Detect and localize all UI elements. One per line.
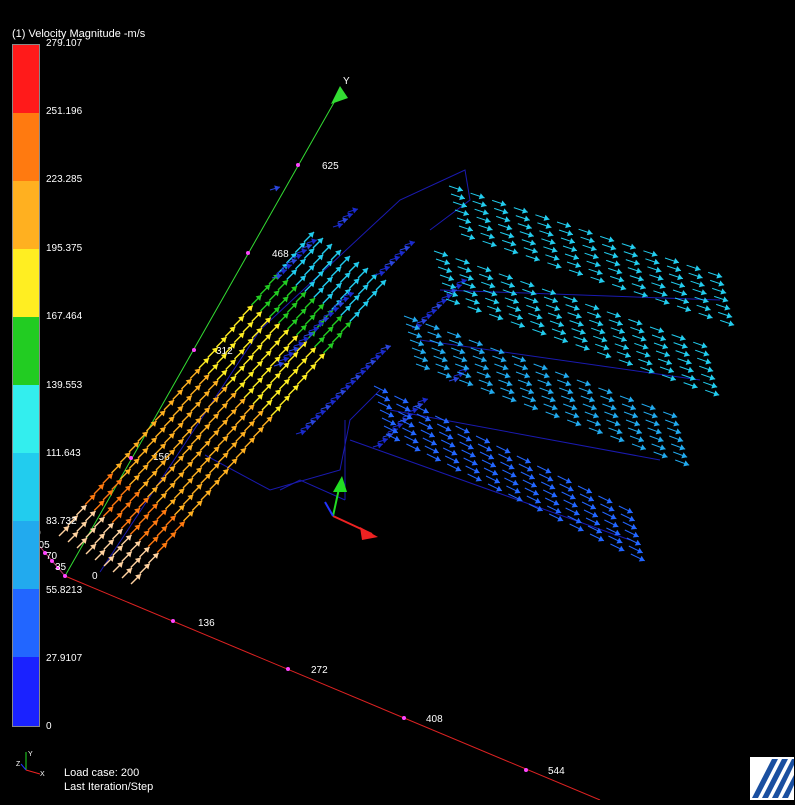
x-tick: 408 [426,714,443,725]
legend-level: 0 [46,721,52,732]
load-case-text: Load case: 200 [64,767,140,779]
legend-swatch [13,453,39,521]
flow-vector-plot: Y 625 468 312 156 136 272 408 544 140 10… [24,76,735,801]
orientation-triad-icon: Y X Z [16,751,45,778]
legend-level: 139.553 [46,380,83,391]
legend-swatch [13,181,39,249]
y-axis-label: Y [343,76,350,87]
x-tick: 544 [548,766,565,777]
z-tick: 70 [46,551,58,562]
velocity-vectors [58,185,735,585]
legend-level: 195.375 [46,243,83,254]
legend-swatch [13,589,39,657]
legend-swatch [13,521,39,589]
legend-level: 223.285 [46,174,83,185]
scene-triad [324,476,378,540]
legend-level: 83.732 [46,516,77,527]
x-tick: 136 [198,618,215,629]
legend-level: 55.8213 [46,585,83,596]
status-footer: Load case: 200 Last Iteration/Step [64,766,153,794]
viewport-3d[interactable]: Y 625 468 312 156 136 272 408 544 140 10… [0,0,795,801]
legend-swatch [13,385,39,453]
svg-text:Y: Y [28,751,33,758]
legend-level: 251.196 [46,106,83,117]
y-axis-arrow [331,86,348,104]
x-tick: 272 [311,665,328,676]
z-tick: 0 [92,571,98,582]
legend-swatch [13,249,39,317]
legend-swatch [13,317,39,385]
legend-swatch [13,657,39,726]
legend-level: 167.464 [46,311,83,322]
svg-text:Z: Z [16,761,21,768]
legend-level: 279.107 [46,38,83,49]
step-text: Last Iteration/Step [64,781,154,793]
legend-level: 27.9107 [46,653,83,664]
legend-swatch [13,113,39,181]
legend-level: 111.643 [46,448,81,459]
color-legend-bar [12,44,40,727]
legend-swatch [13,45,39,113]
svg-text:X: X [40,771,45,778]
y-tick: 625 [322,161,339,172]
y-tick: 468 [272,249,289,260]
brand-logo-icon [750,757,794,800]
z-tick: 35 [55,562,67,573]
